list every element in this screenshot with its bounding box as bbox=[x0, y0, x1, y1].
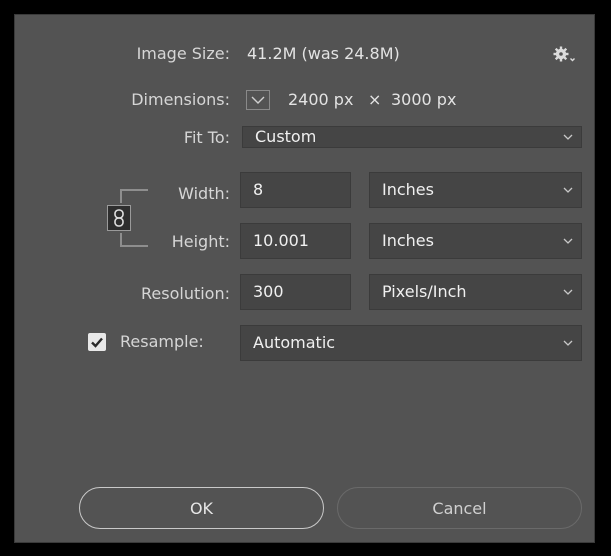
ok-button[interactable]: OK bbox=[79, 487, 324, 529]
resolution-unit-select[interactable]: Pixels/Inch bbox=[369, 274, 582, 310]
height-input[interactable]: 10.001 bbox=[240, 223, 351, 259]
image-size-value: 41.2M (was 24.8M) bbox=[247, 44, 400, 63]
chevron-down-icon bbox=[563, 340, 573, 346]
chevron-down-icon bbox=[563, 187, 573, 193]
resample-method-value: Automatic bbox=[253, 333, 336, 352]
fit-to-value: Custom bbox=[255, 127, 317, 146]
resolution-value: 300 bbox=[253, 282, 284, 301]
fit-to-label: Fit To: bbox=[183, 128, 230, 147]
image-size-label: Image Size: bbox=[136, 44, 230, 63]
settings-menu-button[interactable] bbox=[551, 43, 577, 65]
height-label: Height: bbox=[171, 232, 230, 251]
chevron-down-icon bbox=[251, 96, 265, 104]
image-size-dialog: Image Size: 41.2M (was 24.8M) Dimensions… bbox=[14, 14, 595, 543]
constrain-proportions-toggle[interactable] bbox=[107, 205, 131, 231]
width-value: 8 bbox=[253, 180, 264, 199]
resolution-unit-value: Pixels/Inch bbox=[382, 282, 467, 301]
chevron-down-icon bbox=[563, 134, 573, 140]
chevron-down-icon bbox=[563, 238, 573, 244]
resample-checkbox[interactable] bbox=[88, 333, 106, 351]
height-unit-value: Inches bbox=[382, 231, 434, 250]
height-value: 10.001 bbox=[253, 231, 309, 250]
link-icon bbox=[114, 209, 124, 227]
width-unit-value: Inches bbox=[382, 180, 434, 199]
cancel-button[interactable]: Cancel bbox=[337, 487, 582, 529]
height-unit-select[interactable]: Inches bbox=[369, 223, 582, 259]
resolution-input[interactable]: 300 bbox=[240, 274, 351, 310]
dimensions-width: 2400 px bbox=[288, 90, 354, 109]
width-label: Width: bbox=[178, 184, 230, 203]
resample-method-select[interactable]: Automatic bbox=[240, 325, 582, 361]
resolution-label: Resolution: bbox=[141, 284, 230, 303]
gear-icon bbox=[553, 46, 575, 62]
checkbox-checked-icon bbox=[91, 337, 103, 348]
dimensions-times: × bbox=[368, 90, 382, 109]
width-input[interactable]: 8 bbox=[240, 172, 351, 208]
fit-to-select[interactable]: Custom bbox=[242, 126, 582, 148]
dimensions-unit-dropdown[interactable] bbox=[246, 90, 270, 110]
dimensions-height: 3000 px bbox=[391, 90, 457, 109]
dimensions-label: Dimensions: bbox=[131, 90, 230, 109]
width-unit-select[interactable]: Inches bbox=[369, 172, 582, 208]
resample-label: Resample: bbox=[120, 332, 204, 351]
chevron-down-icon bbox=[563, 289, 573, 295]
